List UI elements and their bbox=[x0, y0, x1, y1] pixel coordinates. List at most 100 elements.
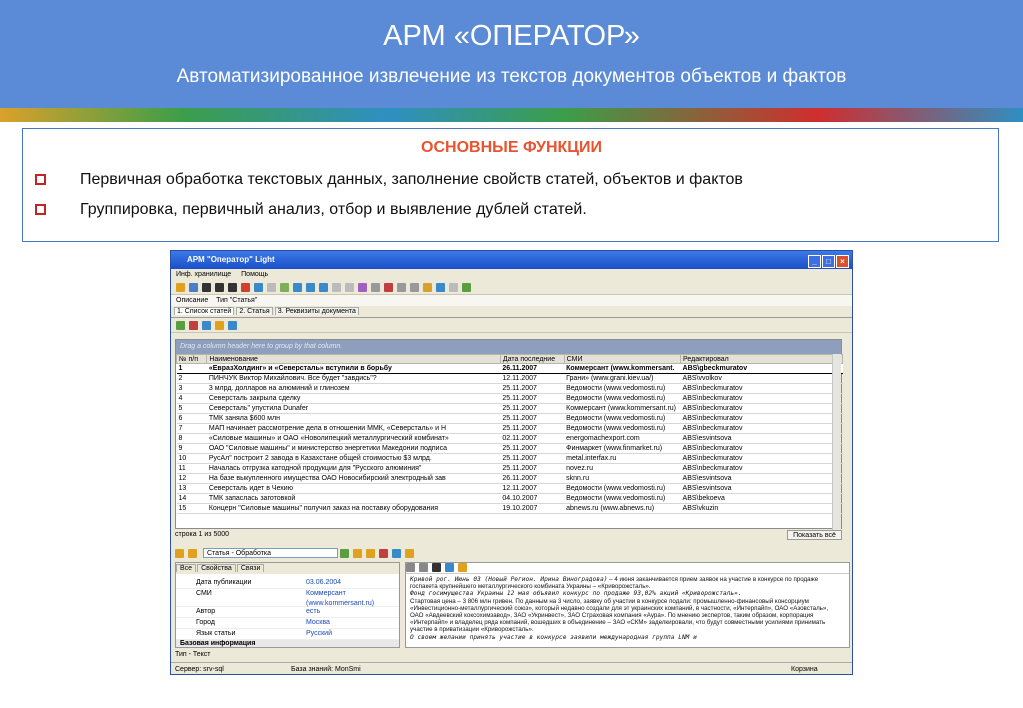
table-cell: 14 bbox=[176, 493, 207, 504]
toolbar-icon[interactable] bbox=[378, 548, 388, 558]
binoculars-icon[interactable] bbox=[432, 563, 441, 572]
toolbar-icon[interactable] bbox=[345, 282, 354, 292]
maximize-button[interactable]: □ bbox=[822, 255, 835, 268]
toolbar-icon[interactable] bbox=[445, 563, 454, 572]
description-row: Описание Тип "Статья" bbox=[171, 295, 852, 306]
prop-row[interactable]: Автор есть bbox=[176, 607, 399, 618]
table-cell: 4 bbox=[176, 393, 207, 404]
table-row[interactable]: 5 Северсталь" упустила Dunafer 25.11.2007 К… bbox=[176, 403, 843, 414]
toolbar-icon[interactable] bbox=[339, 548, 349, 558]
toolbar-icon[interactable] bbox=[306, 282, 315, 292]
col-editor[interactable]: Редактировал bbox=[680, 354, 843, 364]
close-button[interactable]: × bbox=[836, 255, 849, 268]
col-media[interactable]: СМИ bbox=[563, 354, 682, 364]
toolbar-icon[interactable] bbox=[397, 282, 406, 292]
toolbar-icon[interactable] bbox=[176, 320, 185, 330]
window-titlebar[interactable]: АРМ "Оператор" Light _ □ × bbox=[171, 251, 852, 269]
table-cell: РусАл" построит 2 завода в Казахстане об… bbox=[206, 453, 501, 464]
table-cell: Ведомости (www.vedomosti.ru) bbox=[564, 483, 681, 494]
table-row[interactable]: 2 ПИНЧУК Виктор Михайлович. Все будет "за… bbox=[176, 373, 843, 384]
toolbar-icon[interactable] bbox=[406, 563, 415, 572]
menu-storage[interactable]: Инф. хранилище bbox=[176, 271, 231, 278]
slide-title: АРМ «ОПЕРАТОР» bbox=[383, 20, 640, 52]
tab-article-list[interactable]: 1. Список статей bbox=[174, 307, 235, 315]
toolbar-icon[interactable] bbox=[384, 282, 393, 292]
table-cell: 11 bbox=[176, 463, 207, 474]
toolbar-icon[interactable] bbox=[462, 282, 471, 292]
table-row[interactable]: 14 ТМК запаслась заготовкой 04.10.2007 Ведо… bbox=[176, 493, 843, 504]
table-row[interactable]: 9 ОАО "Силовые машины" и министерство эне… bbox=[176, 443, 843, 454]
toolbar-icon[interactable] bbox=[419, 563, 428, 572]
toolbar-icon[interactable] bbox=[202, 320, 211, 330]
article-text[interactable]: Кривой рог. Июнь 03 (Новый Регион. Ирина… bbox=[406, 574, 849, 646]
col-name[interactable]: Наименование bbox=[206, 354, 501, 364]
toolbar-icon[interactable] bbox=[215, 282, 224, 292]
star-icon[interactable] bbox=[365, 548, 375, 558]
lock-icon[interactable] bbox=[175, 548, 184, 558]
base-info-group[interactable]: Базовая информация bbox=[176, 640, 399, 647]
col-date[interactable]: Дата последние bbox=[499, 354, 565, 364]
tab-doc-requisites[interactable]: 3. Реквизиты документа bbox=[274, 307, 359, 315]
prop-row[interactable]: Язык статьи Русский bbox=[176, 629, 399, 640]
toolbar-icon[interactable] bbox=[189, 282, 198, 292]
toolbar-icon[interactable] bbox=[410, 282, 419, 292]
toolbar-icon[interactable] bbox=[293, 282, 302, 292]
basket-label[interactable]: Корзина bbox=[791, 663, 818, 674]
toolbar-icon[interactable] bbox=[228, 282, 237, 292]
table-row[interactable]: 10 РусАл" построит 2 завода в Казахстане … bbox=[176, 453, 843, 464]
toolbar-icon[interactable] bbox=[423, 282, 432, 292]
star-icon[interactable] bbox=[352, 548, 362, 558]
desc-type: Тип "Статья" bbox=[216, 297, 258, 304]
table-cell: 3 bbox=[176, 383, 207, 394]
folder-icon[interactable] bbox=[188, 548, 197, 558]
toolbar-icon[interactable] bbox=[241, 282, 250, 292]
table-cell: Ведомости (www.vedomosti.ru) bbox=[564, 413, 681, 424]
table-row[interactable]: 11 Началась отгрузка катодной продукции д… bbox=[176, 463, 843, 474]
table-row[interactable]: 12 На базе выкупленного имущества ОАО Нов… bbox=[176, 473, 843, 484]
toolbar-icon[interactable] bbox=[176, 282, 185, 292]
table-cell: abnews.ru (www.abnews.ru) bbox=[564, 503, 681, 514]
toolbar-icon[interactable] bbox=[254, 282, 263, 292]
prop-row[interactable]: Город Москва bbox=[176, 618, 399, 629]
table-cell: ABS\nbeckmuratov bbox=[680, 443, 843, 454]
vertical-scrollbar[interactable] bbox=[832, 354, 841, 530]
toolbar-icon[interactable] bbox=[436, 282, 445, 292]
tab-properties[interactable]: Свойства bbox=[197, 564, 236, 572]
mode-select[interactable]: Статья - Обработка bbox=[202, 548, 338, 559]
show-all-button[interactable]: Показать всё bbox=[787, 530, 842, 540]
col-number[interactable]: № п/п bbox=[175, 354, 208, 364]
table-row[interactable]: 15 Концерн "Силовые машины" получил заказ… bbox=[176, 503, 843, 514]
toolbar-icon[interactable] bbox=[391, 548, 401, 558]
table-cell: Северсталь закрыла сделку bbox=[206, 393, 501, 404]
star-icon[interactable] bbox=[404, 548, 414, 558]
toolbar-icon[interactable] bbox=[280, 282, 289, 292]
table-header: № п/п Наименование Дата последние СМИ Ре… bbox=[175, 354, 843, 364]
table-row[interactable]: 1 «ЕвразХолдинг» и «Северсталь» вступили … bbox=[176, 363, 843, 374]
toolbar-icon[interactable] bbox=[228, 320, 237, 330]
table-row[interactable]: 6 ТМК заняла $600 млн 25.11.2007 Ведомости … bbox=[176, 413, 843, 424]
toolbar-icon[interactable] bbox=[449, 282, 458, 292]
table-row[interactable]: 4 Северсталь закрыла сделку 25.11.2007 Ведо… bbox=[176, 393, 843, 404]
toolbar-icon[interactable] bbox=[215, 320, 224, 330]
toolbar-icon[interactable] bbox=[358, 282, 367, 292]
table-row[interactable]: 33 млрд. долларов на алюминий и глинозем… bbox=[176, 383, 843, 394]
toolbar-icon[interactable] bbox=[319, 282, 328, 292]
table-row[interactable]: 7 МАП начинает рассмотрение дела в отноше… bbox=[176, 423, 843, 434]
menu-help[interactable]: Помощь bbox=[241, 271, 268, 278]
main-tabs: 1. Список статей 2. Статья 3. Реквизиты до… bbox=[171, 306, 852, 318]
toolbar-icon[interactable] bbox=[458, 563, 467, 572]
tab-all[interactable]: Все bbox=[176, 564, 197, 572]
table-row[interactable]: 13 Северсталь идет в Чехию 12.11.2007 Ведом… bbox=[176, 483, 843, 494]
prop-row[interactable]: СМИ Коммерсант (www.kommersant.ru) bbox=[176, 589, 399, 607]
prop-row[interactable]: Дата публикации 03.06.2004 bbox=[176, 578, 399, 589]
tab-links[interactable]: Связи bbox=[236, 564, 265, 572]
toolbar-icon[interactable] bbox=[267, 282, 276, 292]
group-hint-bar[interactable]: Drag a column header here to group by th… bbox=[176, 340, 841, 354]
toolbar-icon[interactable] bbox=[332, 282, 341, 292]
tab-article[interactable]: 2. Статья bbox=[236, 307, 273, 315]
toolbar-icon[interactable] bbox=[189, 320, 198, 330]
toolbar-icon[interactable] bbox=[371, 282, 380, 292]
toolbar-icon[interactable] bbox=[202, 282, 211, 292]
minimize-button[interactable]: _ bbox=[808, 255, 821, 268]
table-row[interactable]: 8 «Силовые машины» и ОАО «Новолипецкий ме… bbox=[176, 433, 843, 444]
